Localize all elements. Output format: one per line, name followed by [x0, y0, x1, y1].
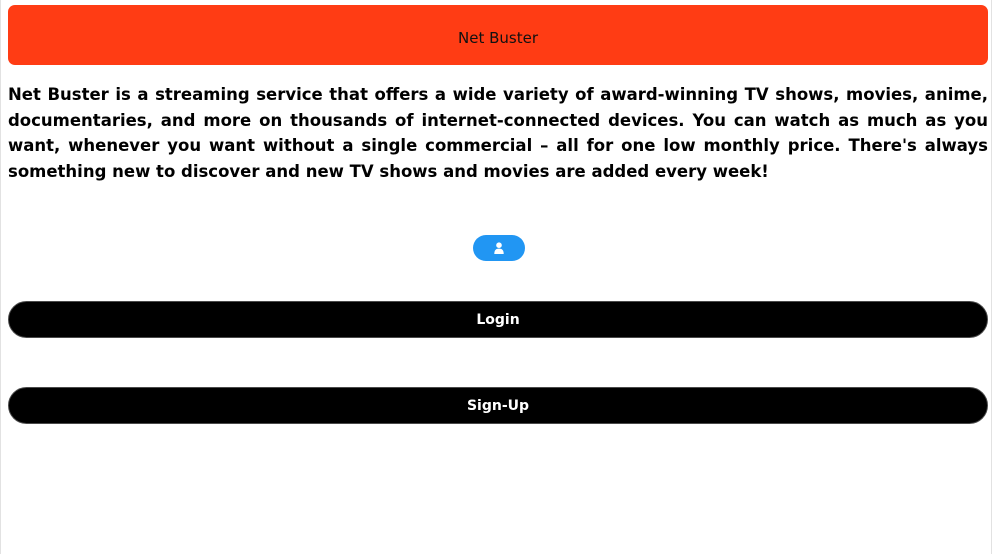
- signup-button-label: Sign-Up: [466, 397, 530, 414]
- account-button[interactable]: [473, 235, 525, 261]
- page: Net Buster Net Buster is a streaming ser…: [0, 0, 992, 554]
- service-description: Net Buster is a streaming service that o…: [8, 85, 988, 181]
- signup-button[interactable]: Sign-Up: [8, 387, 988, 424]
- user-icon: [494, 242, 504, 254]
- login-button-label: Login: [476, 311, 520, 328]
- site-title: Net Buster: [458, 29, 538, 47]
- login-button[interactable]: Login: [8, 301, 988, 338]
- header-banner: Net Buster: [8, 5, 988, 65]
